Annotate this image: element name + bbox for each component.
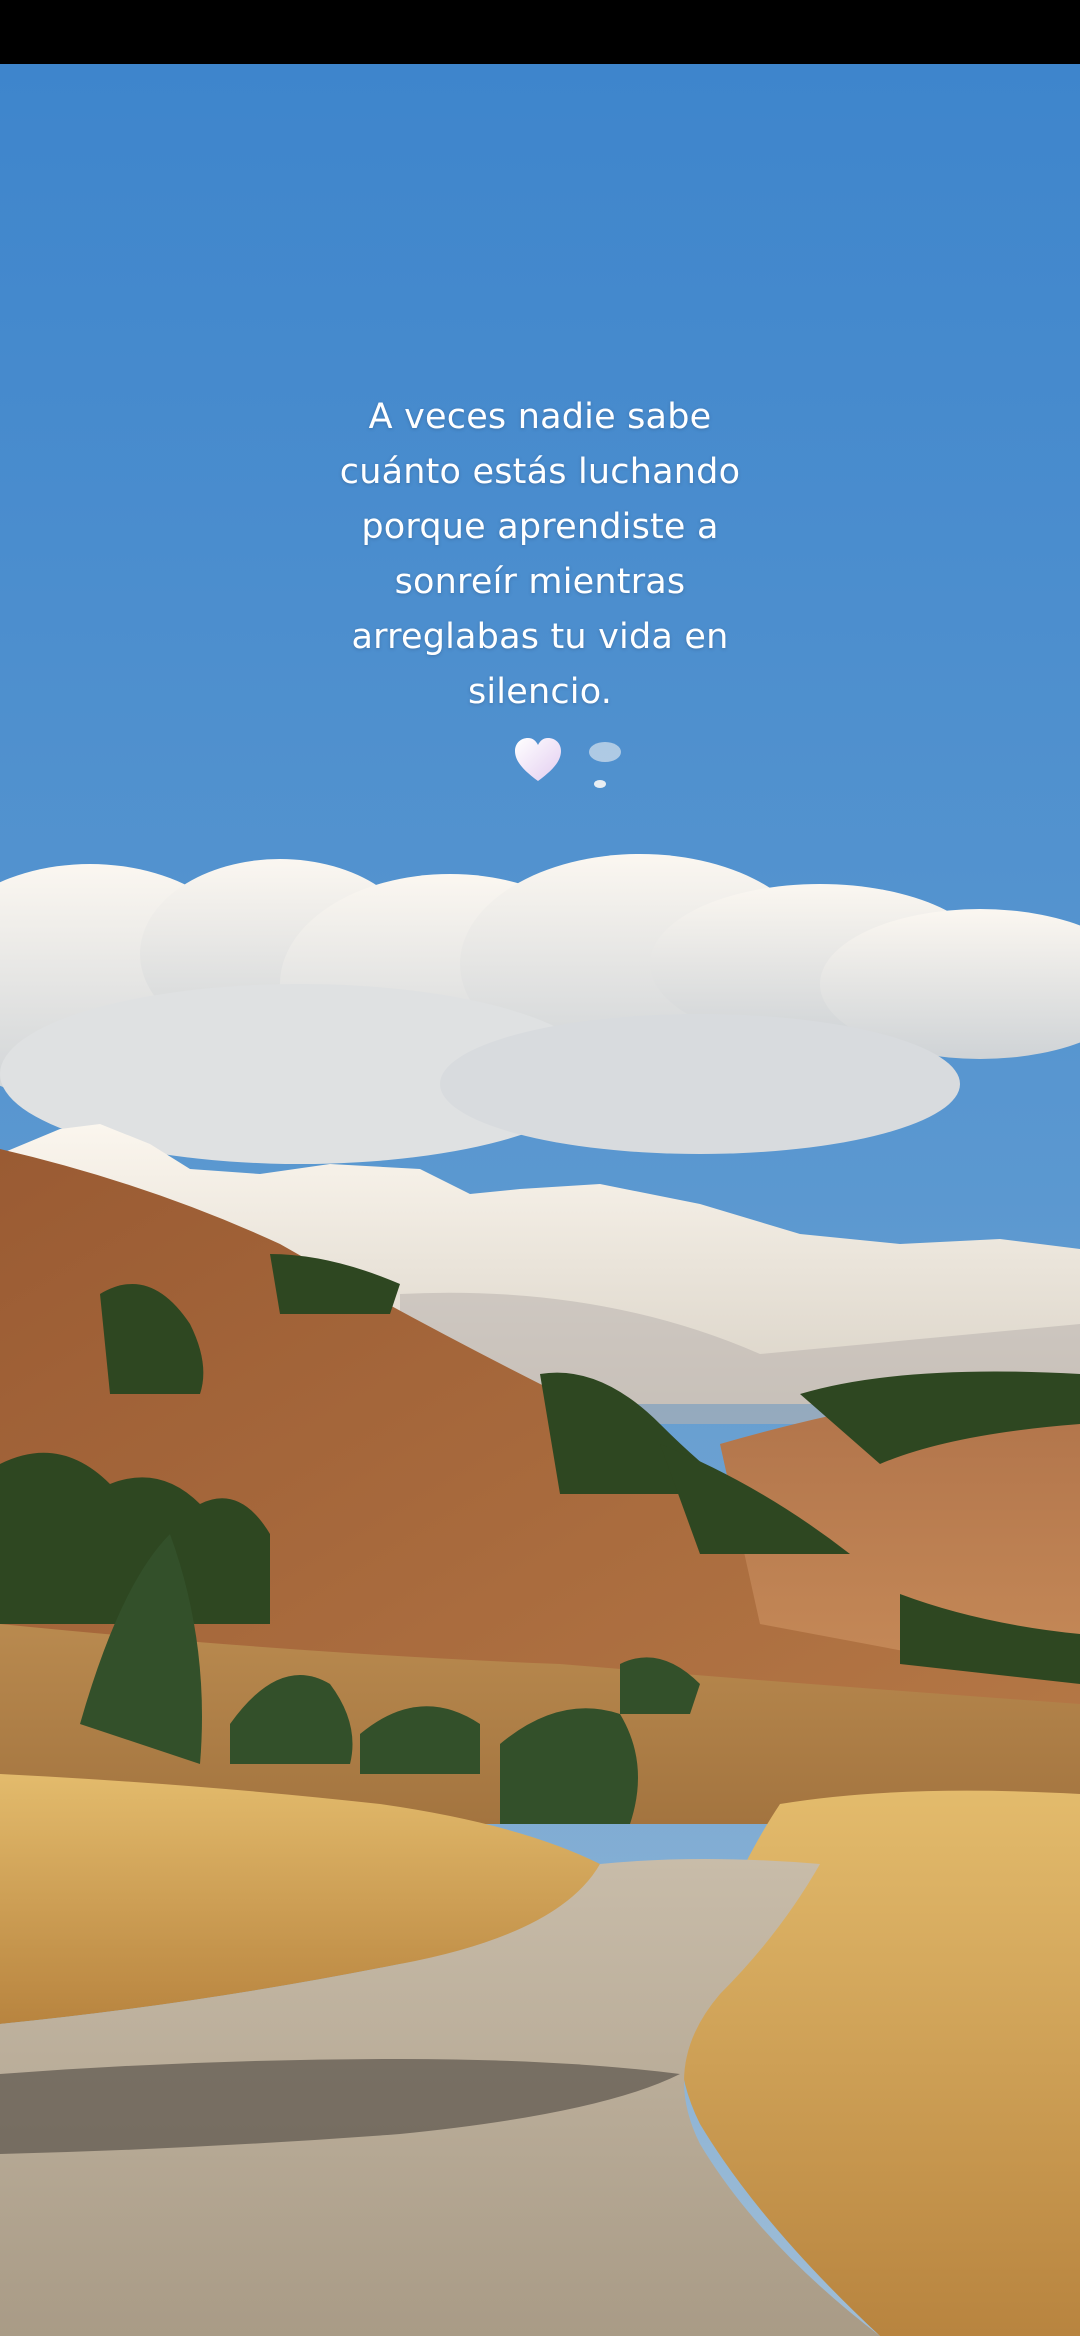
- quote-line: arreglabas tu vida en: [351, 617, 729, 657]
- quote-line: silencio.: [467, 672, 613, 712]
- screen: A veces nadie sabe cuánto estás luchando…: [0, 0, 1080, 2336]
- quote-line: A veces nadie sabe: [368, 397, 712, 437]
- quote-text: A veces nadie sabe cuánto estás luchando…: [240, 390, 840, 720]
- quote-line: sonreír mientras: [394, 562, 686, 602]
- heart-icon: [513, 737, 563, 783]
- quote-line: cuánto estás luchando: [339, 452, 741, 492]
- status-bar: [0, 0, 1080, 64]
- quote-line: porque aprendiste a: [361, 507, 719, 547]
